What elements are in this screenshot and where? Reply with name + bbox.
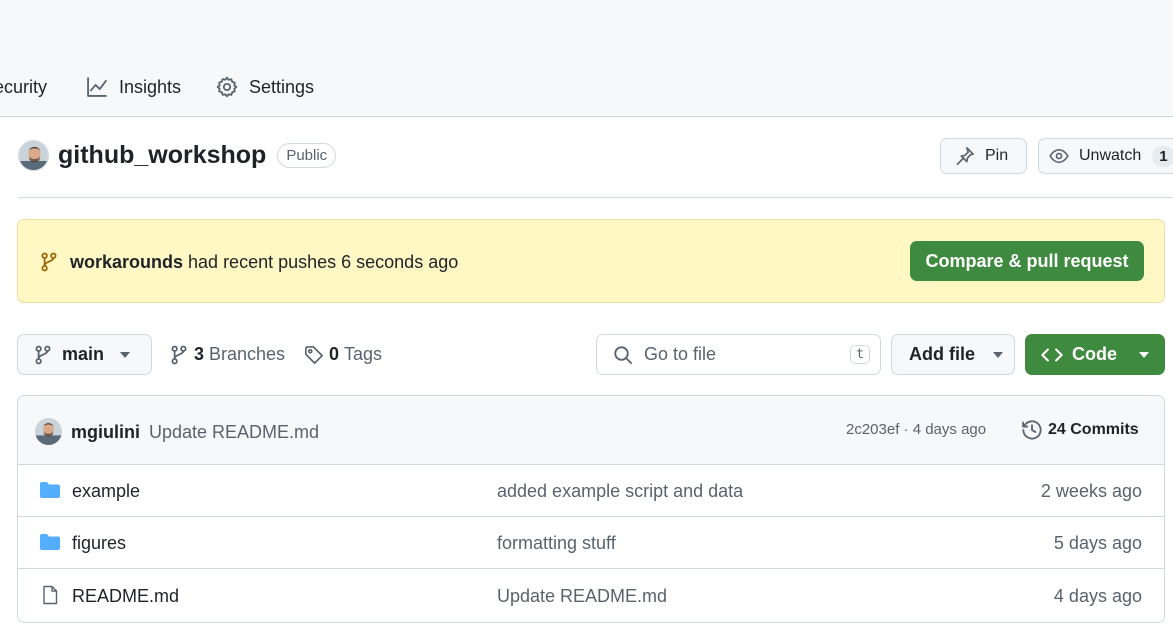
tag-icon [305, 345, 323, 364]
file-last-updated: 5 days ago [1053, 533, 1142, 553]
file-name[interactable]: README.md [72, 586, 179, 607]
watch-count: 1 [1152, 145, 1173, 167]
file-name[interactable]: figures [72, 533, 126, 554]
compare-pull-request-button[interactable]: Compare & pull request [910, 241, 1144, 281]
folder-icon [40, 534, 60, 550]
pushed-branch-name[interactable]: workarounds [70, 252, 183, 272]
visibility-badge: Public [277, 143, 337, 168]
repo-nav-bar: ecurity Insights Settings [0, 0, 1173, 117]
commits-count-label: 24 Commits [1048, 421, 1139, 438]
git-branch-icon [41, 252, 57, 272]
gear-icon [216, 76, 238, 98]
nav-tab-security[interactable]: ecurity [0, 72, 47, 102]
add-file-label: Add file [909, 344, 975, 364]
file-last-updated: 4 days ago [1053, 586, 1142, 606]
file-last-commit[interactable]: Update README.md [497, 586, 667, 607]
code-label: Code [1072, 344, 1117, 364]
commit-author-avatar[interactable] [35, 418, 62, 445]
repo-header: github_workshop Public [18, 140, 337, 171]
current-branch-label: main [62, 344, 105, 364]
nav-tab-label: ecurity [0, 76, 48, 97]
keyboard-shortcut-hint: t [850, 345, 870, 364]
commit-author[interactable]: mgiulini [71, 422, 140, 443]
code-icon [1041, 347, 1063, 362]
git-branch-icon [171, 345, 187, 364]
branch-selector[interactable]: main [17, 334, 152, 375]
header-divider [18, 197, 1173, 198]
tags-count: 0 [329, 344, 340, 364]
file-name[interactable]: example [72, 481, 140, 502]
branches-label: Branches [209, 344, 286, 364]
repo-name[interactable]: github_workshop [58, 141, 266, 170]
banner-text: workarounds had recent pushes 6 seconds … [70, 252, 458, 273]
file-row[interactable]: README.md Update README.md 4 days ago [18, 570, 1164, 622]
commit-message[interactable]: Update README.md [149, 422, 319, 443]
folder-icon [40, 482, 60, 498]
nav-tab-settings[interactable]: Settings [216, 72, 314, 102]
eye-icon [1049, 148, 1069, 164]
latest-commit-bar: mgiulini Update README.md 2c203ef · 4 da… [18, 396, 1164, 465]
search-icon [614, 345, 633, 364]
commit-hash-time[interactable]: 2c203ef · 4 days ago [846, 421, 986, 438]
go-to-file-input[interactable] [644, 344, 834, 365]
history-icon [1022, 420, 1042, 440]
recent-push-banner: workarounds had recent pushes 6 seconds … [17, 219, 1165, 303]
file-last-updated: 2 weeks ago [1040, 481, 1142, 501]
file-row[interactable]: example added example script and data 2 … [18, 465, 1164, 517]
file-last-commit[interactable]: added example script and data [497, 481, 743, 502]
nav-tab-label: Insights [119, 76, 182, 97]
chevron-down-icon [1139, 351, 1149, 358]
graph-icon [87, 77, 107, 97]
tags-label: Tags [344, 344, 383, 364]
file-row[interactable]: figures formatting stuff 5 days ago [18, 517, 1164, 569]
unwatch-button[interactable]: Unwatch 1 [1038, 138, 1173, 174]
go-to-file-search[interactable]: t [596, 334, 881, 375]
commits-history-link[interactable]: 24 Commits [1021, 419, 1139, 441]
pin-icon [956, 147, 974, 165]
banner-message: had recent pushes 6 seconds ago [183, 252, 459, 272]
branches-link[interactable]: 3 Branches [169, 344, 285, 365]
pin-label: Pin [985, 147, 1009, 164]
nav-tab-label: Settings [249, 76, 315, 97]
unwatch-label: Unwatch [1079, 147, 1142, 164]
branches-count: 3 [194, 344, 205, 364]
file-list: mgiulini Update README.md 2c203ef · 4 da… [17, 395, 1165, 623]
file-last-commit[interactable]: formatting stuff [497, 533, 616, 554]
tags-link[interactable]: 0 Tags [304, 344, 382, 365]
nav-tab-insights[interactable]: Insights [86, 72, 181, 102]
add-file-button[interactable]: Add file [891, 334, 1015, 375]
code-button[interactable]: Code [1025, 334, 1165, 375]
file-icon [43, 585, 58, 605]
git-branch-icon [35, 345, 51, 364]
chevron-down-icon [120, 351, 131, 358]
chevron-down-icon [993, 351, 1003, 358]
pin-button[interactable]: Pin [940, 138, 1027, 174]
owner-avatar[interactable] [18, 140, 49, 171]
